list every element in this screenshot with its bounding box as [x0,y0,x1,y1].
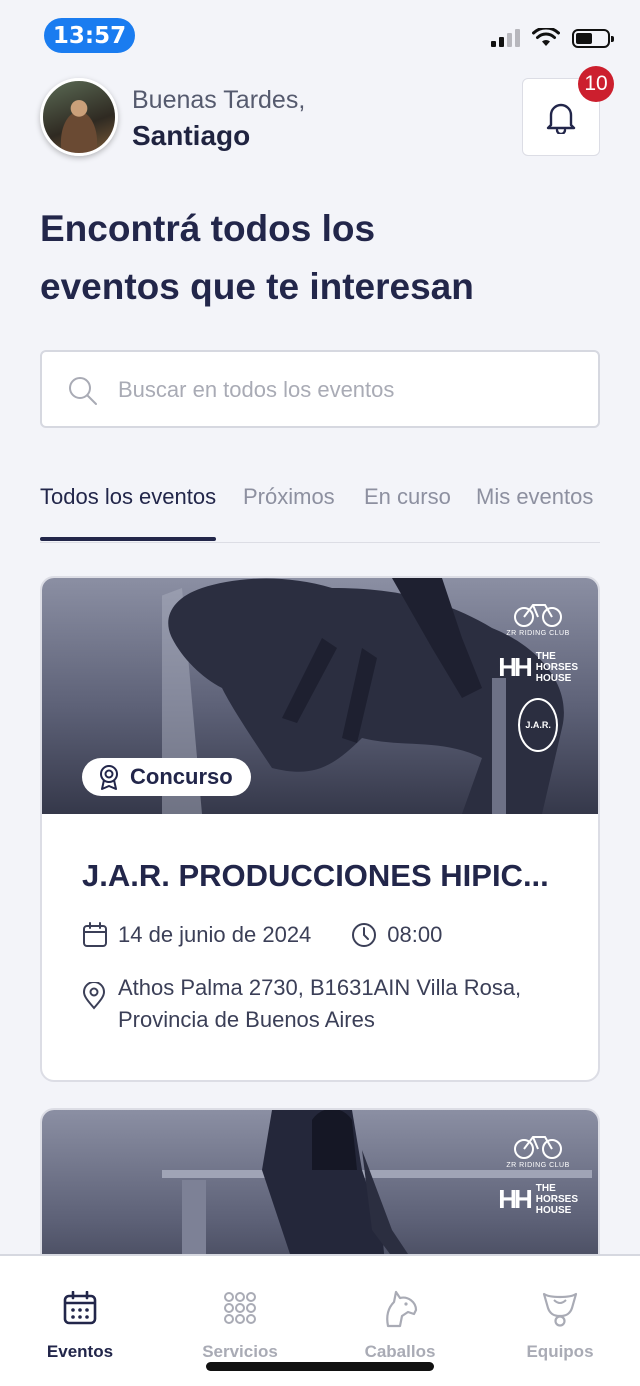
nav-equipos-label: Equipos [526,1342,594,1361]
bell-icon [546,103,576,134]
nav-servicios[interactable]: Servicios [160,1286,320,1362]
hh-logo-line-1: THE [535,1183,556,1194]
active-tab-indicator [40,537,216,541]
calendar-icon [63,1291,97,1325]
tab-upcoming[interactable]: Próximos [243,484,335,510]
sponsor-logos: ZR RIDING CLUB HH THE HORSES HOUSE J.A.R… [498,602,578,752]
location-pin-icon [82,982,106,1010]
home-indicator[interactable] [206,1362,434,1371]
nav-caballos[interactable]: Caballos [320,1286,480,1362]
category-label: Concurso [130,764,233,789]
nav-eventos[interactable]: Eventos [0,1286,160,1362]
event-date: 14 de junio de 2024 [118,922,312,947]
nav-equipos[interactable]: Equipos [480,1286,640,1362]
event-title: J.A.R. PRODUCCIONES HIPIC... [82,858,549,893]
zr-logo-text: ZR RIDING CLUB [506,630,570,637]
avatar[interactable] [40,78,118,156]
headline-line-1: Encontrá todos los [40,208,376,249]
hh-logo-line-3: HOUSE [535,1205,572,1216]
tab-all-events[interactable]: Todos los eventos [40,484,216,510]
clock-icon [352,923,377,947]
bicycle-icon [514,1136,563,1159]
horses-house-logo: HH THE HORSES HOUSE [498,651,578,684]
page-headline: Encontrá todos los eventos que te intere… [40,200,600,316]
event-image: ZR RIDING CLUB HH THE HORSES HOUSE J.A.R… [42,578,598,814]
award-icon [100,765,118,790]
horses-house-logo: HH THE HORSES HOUSE [498,1183,578,1216]
notifications-badge: 10 [578,66,614,102]
zr-riding-club-logo: ZR RIDING CLUB [506,602,569,637]
username-text: Santiago [132,120,251,151]
nav-eventos-label: Eventos [46,1342,114,1361]
hh-logo-line-2: HORSES [535,662,578,673]
tab-ongoing[interactable]: En curso [364,484,451,510]
search-icon [69,377,97,405]
zr-riding-club-logo: ZR RIDING CLUB [506,1134,569,1169]
battery-icon [572,28,614,48]
signal-icon [491,29,520,47]
hh-logo-line-3: HOUSE [535,673,572,684]
wifi-icon [532,28,560,46]
jar-logo: J.A.R. [518,698,559,752]
event-details: J.A.R. PRODUCCIONES HIPIC... 14 de junio… [42,814,598,1076]
calendar-icon [83,922,107,947]
hh-logo-line-1: THE [535,651,556,662]
greeting-text: Buenas Tardes, [132,86,306,114]
horse-icon [386,1290,418,1328]
grid-icon [224,1292,256,1324]
headline-line-2: eventos que te interesan [40,266,474,307]
search-box[interactable] [40,350,600,428]
event-card[interactable]: ZR RIDING CLUB HH THE HORSES HOUSE J.A.R… [40,576,600,1082]
tab-my-events[interactable]: Mis eventos [476,484,593,510]
sponsor-logos: ZR RIDING CLUB HH THE HORSES HOUSE [498,1134,578,1216]
category-badge: Concurso [82,758,251,796]
event-tabs: Todos los eventos Próximos En curso Mis … [40,470,600,543]
search-input[interactable] [118,370,578,410]
status-icons [491,28,614,48]
event-datetime: 14 de junio de 2024 08:00 [82,922,558,948]
event-address: Athos Palma 2730, B1631AIN Villa Rosa, P… [118,975,522,1032]
hh-logo-line-2: HORSES [535,1194,578,1205]
status-time: 13:57 [44,18,135,53]
nav-caballos-label: Caballos [364,1342,436,1361]
event-location: Athos Palma 2730, B1631AIN Villa Rosa, P… [82,972,558,1036]
saddle-icon [542,1292,578,1327]
bicycle-icon [514,604,563,627]
nav-servicios-label: Servicios [202,1342,278,1361]
zr-logo-text: ZR RIDING CLUB [506,1162,570,1169]
status-bar: 13:57 [0,0,640,70]
event-time: 08:00 [387,922,443,947]
